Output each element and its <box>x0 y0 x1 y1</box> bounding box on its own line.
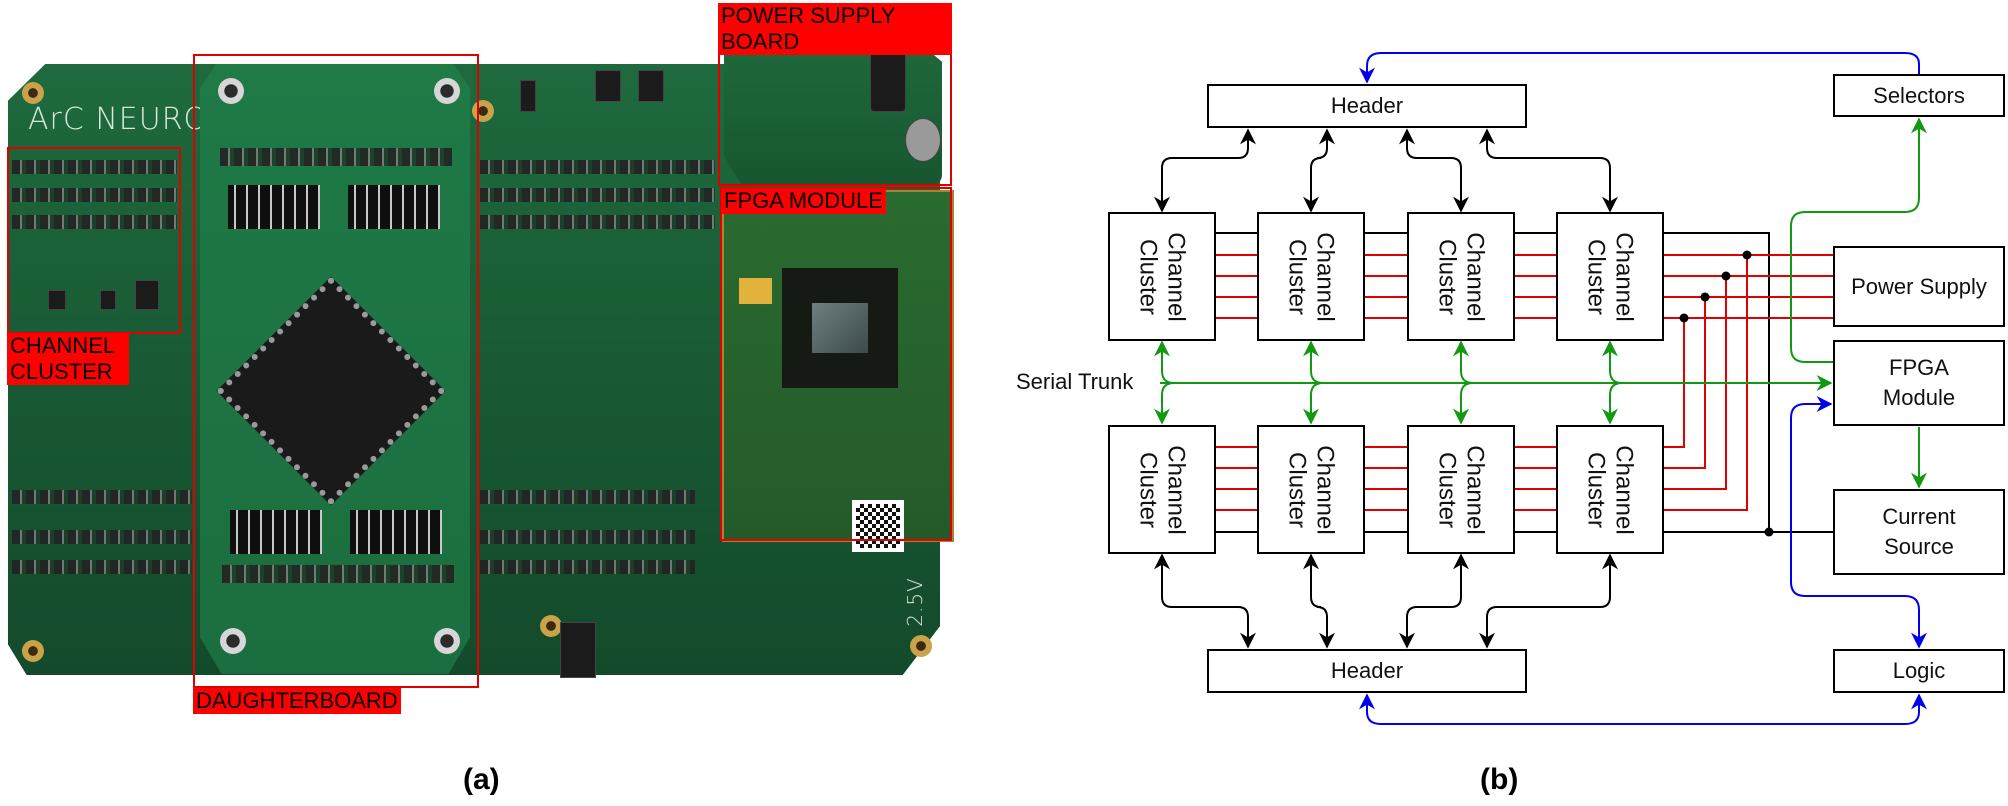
channel-cluster-block: Channel Cluster <box>1257 425 1365 554</box>
fpga-module-block: FPGA Module <box>1833 340 2005 426</box>
caption-b: (b) <box>1480 763 1519 796</box>
channel-cluster-block: Channel Cluster <box>1257 212 1365 341</box>
selectors-block: Selectors <box>1833 74 2005 117</box>
channel-cluster-label: Channel Cluster <box>1583 444 1638 535</box>
serial-trunk-label: Serial Trunk <box>1016 369 1134 394</box>
channel-cluster-block: Channel Cluster <box>1556 425 1664 554</box>
header-bottom-label: Header <box>1330 658 1404 683</box>
channel-cluster-label: Channel Cluster <box>1583 231 1638 322</box>
current-source-label: Current Source <box>1882 504 1956 559</box>
channel-cluster-block: Channel Cluster <box>1407 212 1515 341</box>
channel-cluster-block: Channel Cluster <box>1556 212 1664 341</box>
logic-block: Logic <box>1833 649 2005 693</box>
channel-cluster-label: Channel Cluster <box>1284 231 1339 322</box>
channel-cluster-block: Channel Cluster <box>1108 212 1216 341</box>
power-supply-block: Power Supply <box>1833 246 2005 327</box>
block-diagram-panel: Header Header Channel Cluster Channel Cl… <box>0 0 2008 806</box>
header-top-label: Header <box>1330 93 1404 118</box>
channel-cluster-label: Channel Cluster <box>1284 444 1339 535</box>
power-supply-label: Power Supply <box>1851 273 1987 299</box>
fpga-module-label: FPGA Module <box>1882 355 1956 410</box>
header-bottom-block: Header <box>1207 649 1527 693</box>
channel-cluster-block: Channel Cluster <box>1407 425 1515 554</box>
header-top-block: Header <box>1207 84 1527 128</box>
channel-cluster-block: Channel Cluster <box>1108 425 1216 554</box>
selectors-label: Selectors <box>1873 82 1965 108</box>
channel-cluster-label: Channel Cluster <box>1135 231 1190 322</box>
logic-label: Logic <box>1892 658 1946 683</box>
channel-cluster-label: Channel Cluster <box>1135 444 1190 535</box>
current-source-block: Current Source <box>1833 489 2005 575</box>
channel-cluster-label: Channel Cluster <box>1434 231 1489 322</box>
channel-cluster-label: Channel Cluster <box>1434 444 1489 535</box>
